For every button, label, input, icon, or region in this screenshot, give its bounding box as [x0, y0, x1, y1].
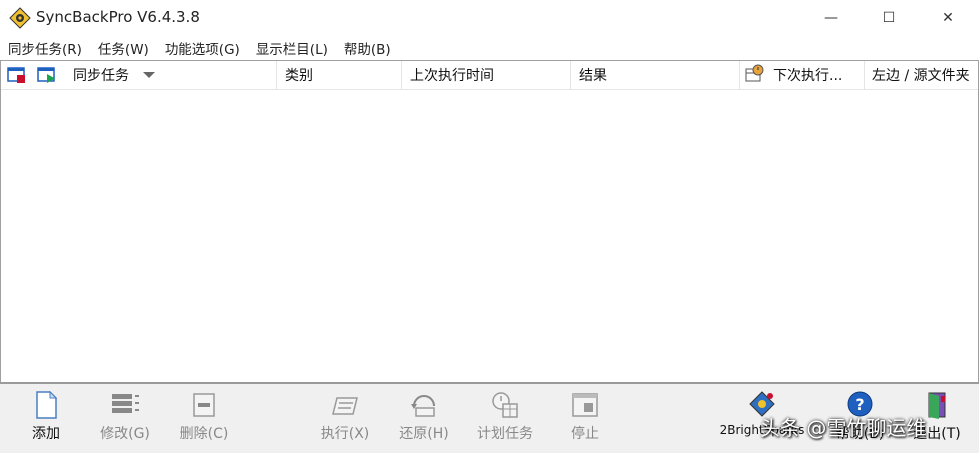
- column-next-run-label: 下次执行...: [773, 68, 843, 84]
- add-button[interactable]: 添加: [11, 390, 81, 450]
- restore-label: 还原(H): [399, 426, 449, 442]
- column-last-run-label: 上次执行时间: [410, 68, 494, 84]
- restore-icon: [411, 395, 435, 417]
- maximize-button[interactable]: ☐: [866, 0, 912, 36]
- column-separator[interactable]: [570, 61, 571, 89]
- delete-label: 删除(C): [179, 426, 229, 442]
- minimize-button[interactable]: —: [808, 0, 854, 36]
- new-document-icon: [36, 390, 58, 419]
- schedule-column-icon: [745, 64, 765, 86]
- schedule-button[interactable]: 计划任务: [470, 390, 540, 450]
- run-label: 执行(X): [320, 426, 370, 442]
- menu-columns[interactable]: 显示栏目(L): [248, 38, 336, 58]
- column-last-run[interactable]: 上次执行时间: [410, 61, 494, 89]
- menu-bar: 同步任务(R) 任务(W) 功能选项(G) 显示栏目(L) 帮助(B): [0, 36, 979, 60]
- stop-label: 停止: [571, 426, 599, 442]
- column-result-label: 结果: [579, 68, 607, 84]
- schedule-icon: [492, 392, 518, 418]
- menu-help[interactable]: 帮助(B): [336, 38, 399, 58]
- stop-button[interactable]: 停止: [550, 390, 620, 450]
- column-separator[interactable]: [864, 61, 865, 89]
- run-sync-icon: [332, 397, 358, 415]
- syncbackpro-logo-icon: [9, 7, 31, 29]
- delete-button[interactable]: 删除(C): [169, 390, 239, 450]
- stop-profile-icon[interactable]: [7, 61, 27, 89]
- column-left-source-label: 左边 / 源文件夹: [872, 68, 970, 84]
- column-type[interactable]: 类别: [285, 61, 313, 89]
- profile-list[interactable]: 同步任务 类别 上次执行时间 结果 下次执行... 左边 / 源文件夹: [0, 60, 979, 441]
- menu-task[interactable]: 任务(W): [90, 38, 157, 58]
- close-icon: ✕: [942, 10, 954, 26]
- column-result[interactable]: 结果: [579, 61, 607, 89]
- column-next-run[interactable]: 下次执行...: [745, 61, 842, 89]
- schedule-label: 计划任务: [477, 426, 533, 442]
- column-profile[interactable]: 同步任务: [73, 61, 155, 89]
- menu-options[interactable]: 功能选项(G): [157, 38, 248, 58]
- close-button[interactable]: ✕: [925, 0, 971, 36]
- stop-icon: [572, 393, 598, 417]
- title-bar: SyncBackPro V6.4.3.8 — ☐ ✕: [0, 0, 979, 36]
- sort-down-icon: [143, 67, 155, 83]
- run-button[interactable]: 执行(X): [310, 390, 380, 450]
- add-label: 添加: [32, 426, 60, 442]
- column-separator[interactable]: [739, 61, 740, 89]
- maximize-icon: ☐: [882, 10, 896, 26]
- minimize-icon: —: [824, 10, 838, 26]
- column-type-label: 类别: [285, 68, 313, 84]
- run-profile-icon[interactable]: [37, 61, 57, 89]
- modify-button[interactable]: 修改(G): [90, 390, 160, 450]
- menu-profile[interactable]: 同步任务(R): [0, 38, 90, 58]
- column-profile-label: 同步任务: [73, 68, 129, 84]
- watermark-text: 头条 @雪竹聊运维: [760, 416, 927, 440]
- delete-icon: [193, 393, 215, 417]
- column-left-source[interactable]: 左边 / 源文件夹: [872, 61, 978, 89]
- column-separator[interactable]: [401, 61, 402, 89]
- list-header: 同步任务 类别 上次执行时间 结果 下次执行... 左边 / 源文件夹: [1, 61, 978, 90]
- column-separator[interactable]: [276, 61, 277, 89]
- restore-button[interactable]: 还原(H): [389, 390, 459, 450]
- modify-label: 修改(G): [100, 426, 150, 442]
- modify-list-icon: [112, 394, 139, 413]
- window-title: SyncBackPro V6.4.3.8: [36, 8, 200, 26]
